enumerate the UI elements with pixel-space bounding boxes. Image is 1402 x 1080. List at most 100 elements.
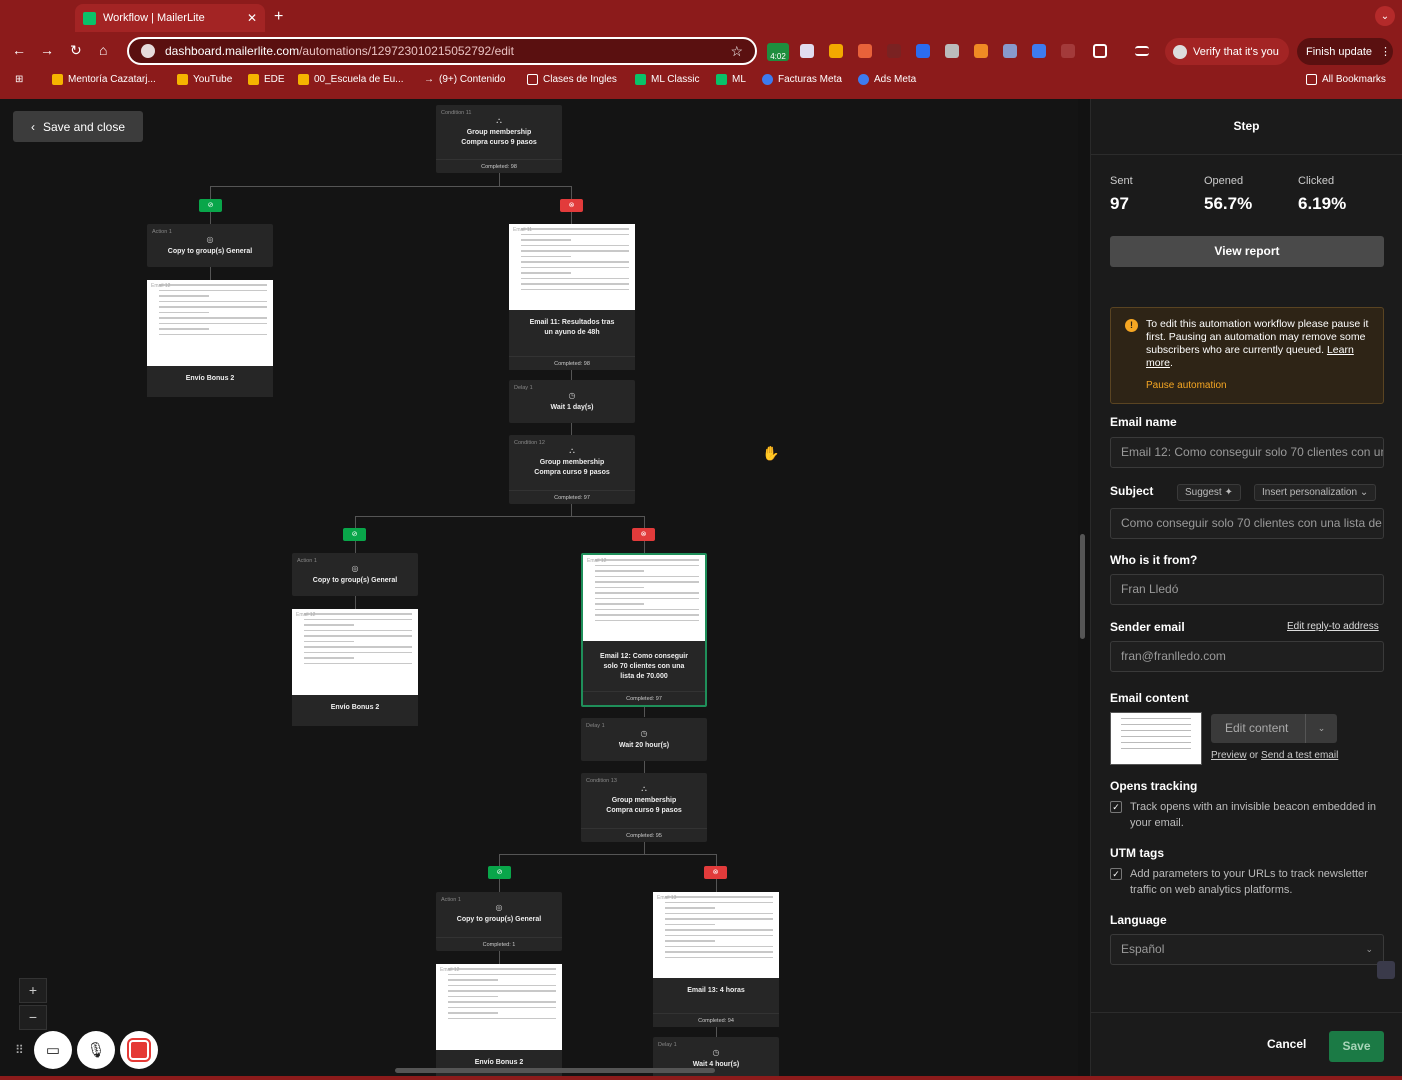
vertical-scrollbar[interactable] [1080,534,1085,639]
forward-icon[interactable]: → [40,42,54,58]
bookmark-item[interactable]: Ads Meta [858,74,916,85]
bookmark-star-icon[interactable]: ☆ [730,43,743,60]
extension-icon[interactable] [945,44,959,58]
suggest-button[interactable]: Suggest ✦ [1177,484,1241,501]
sender-email-field[interactable]: fran@franlledo.com [1110,641,1384,672]
clock-icon: ◷ [640,729,648,738]
delay-node[interactable]: Delay 1 ◷ Wait 4 hour(s) [653,1037,779,1080]
condition-node[interactable]: Condition 13 ⛬ Group membership Compra cu… [581,773,707,842]
extension-icon[interactable] [974,44,988,58]
bookmark-item[interactable]: EDE [248,74,285,85]
warning-icon: ! [1125,319,1138,332]
email-node[interactable]: Email 12 Envío Bonus 2 [436,964,562,1080]
opens-tracking-checkbox[interactable]: ✓ [1110,801,1122,813]
node-title: Wait 20 hour(s) [618,742,670,749]
chevron-down-icon[interactable]: ⌄ [1305,714,1337,743]
new-tab-button[interactable]: + [274,8,283,26]
no-branch-icon: ⊗ [560,199,583,212]
send-test-email-link[interactable]: Send a test email [1261,750,1338,761]
site-info-icon[interactable] [141,44,155,58]
stop-recording-button[interactable] [120,1031,158,1069]
email-node[interactable]: Email 13 Email 13: 4 horas Completed: 94 [653,892,779,1027]
opens-tracking-text: Track opens with an invisible beacon emb… [1130,801,1377,829]
verify-profile-chip[interactable]: Verify that it's you [1165,38,1289,65]
apps-grid-icon[interactable]: ⊞ [15,74,23,85]
save-and-close-button[interactable]: ‹ Save and close [13,111,143,142]
extension-icon[interactable] [858,44,872,58]
tab-close-icon[interactable]: ✕ [247,11,257,25]
cancel-button[interactable]: Cancel [1267,1037,1306,1051]
node-title: Group membership [466,129,532,136]
bookmark-item[interactable]: Mentoría Cazatarj... [52,74,156,85]
email-content-thumbnail[interactable] [1110,712,1202,765]
bookmark-item[interactable]: Clases de Ingles [527,74,617,85]
language-select[interactable]: Español ⌄ [1110,934,1384,965]
address-bar[interactable]: dashboard.mailerlite.com /automations/12… [127,37,757,65]
extension-icon[interactable] [829,44,843,58]
back-icon[interactable]: ← [12,42,26,58]
edit-content-button[interactable]: Edit content ⌄ [1211,714,1337,743]
node-completed: Completed: 94 [653,1013,779,1027]
grab-cursor-icon: ✋ [762,445,780,461]
save-button[interactable]: Save [1329,1031,1384,1062]
email-name-field[interactable]: Email 12: Como conseguir solo 70 cliente… [1110,437,1384,468]
browser-tab[interactable]: Workflow | MailerLite ✕ [75,4,265,32]
subject-field[interactable]: Como conseguir solo 70 clientes con una … [1110,508,1384,539]
home-icon[interactable]: ⌂ [99,42,107,58]
extension-icon[interactable] [1003,44,1017,58]
suggest-label: Suggest [1185,487,1222,498]
bookmark-item[interactable]: → (9+) Contenido [424,74,505,85]
pause-automation-link[interactable]: Pause automation [1146,379,1373,392]
action-node[interactable]: Action 1 ◎ Copy to group(s) General Comp… [436,892,562,951]
pause-warning: ! To edit this automation workflow pleas… [1110,307,1384,404]
reading-list-icon[interactable] [1135,46,1149,56]
utm-tags-checkbox[interactable]: ✓ [1110,868,1122,880]
action-node[interactable]: Action 1 ◎ Copy to group(s) General [292,553,418,596]
camera-icon[interactable]: ▭ [34,1031,72,1069]
yes-branch-icon: ⊘ [343,528,366,541]
condition-node[interactable]: Condition 12 ⛬ Group membership Compra cu… [509,435,635,504]
tab-search-icon[interactable]: ⌄ [1375,6,1395,26]
delay-node[interactable]: Delay 1 ◷ Wait 1 day(s) [509,380,635,423]
bookmark-item[interactable]: YouTube [177,74,232,85]
copy-group-icon: ◎ [206,235,214,244]
bookmark-item[interactable]: 00_Escuela de Eu... [298,74,404,85]
zoom-out-button[interactable]: − [19,1005,47,1030]
email-node[interactable]: Email 12 Envío Bonus 2 [292,609,418,726]
action-node[interactable]: Action 1 ◎ Copy to group(s) General [147,224,273,267]
bookmark-item[interactable]: ML [716,74,746,85]
drag-handle-icon[interactable]: ⠿ [15,1043,29,1057]
extension-timer-icon[interactable]: 4:02 [767,43,789,61]
extension-icon[interactable] [1032,44,1046,58]
preview-link[interactable]: Preview [1211,750,1247,761]
reload-icon[interactable]: ↻ [70,42,82,59]
from-name-field[interactable]: Fran Lledó [1110,574,1384,605]
extensions-puzzle-icon[interactable] [1093,44,1107,58]
extension-icon[interactable] [887,44,901,58]
zoom-in-button[interactable]: + [19,978,47,1003]
all-bookmarks[interactable]: All Bookmarks [1306,74,1386,85]
horizontal-scrollbar[interactable] [395,1068,715,1073]
extension-icon[interactable] [916,44,930,58]
sender-email-label: Sender email [1110,620,1185,634]
delay-node[interactable]: Delay 1 ◷ Wait 20 hour(s) [581,718,707,761]
condition-node[interactable]: Condition 11 ⛬ Group membership Compra cu… [436,105,562,173]
node-kind: Email 13 [657,895,677,901]
email-node[interactable]: Email 11 Email 11: Resultados tras un ayu… [509,224,635,370]
extension-icon[interactable] [800,44,814,58]
insert-personalization-button[interactable]: Insert personalization ⌄ [1254,484,1377,501]
workflow-canvas[interactable]: ‹ Save and close Condition 11 ⛬ Group me… [0,99,1078,1080]
kebab-menu-icon[interactable]: ⋮ [1380,45,1391,58]
microphone-icon[interactable]: 🎙 [77,1031,115,1069]
bookmark-item[interactable]: ML Classic [635,74,700,85]
assistant-widget-icon[interactable] [1377,961,1395,979]
bookmark-item[interactable]: Facturas Meta [762,74,842,85]
edit-reply-to-link[interactable]: Edit reply-to address [1287,621,1379,632]
node-kind: Email 11 [513,227,533,233]
email-node-selected[interactable]: Email 12 Email 12: Como conseguir solo 70… [581,553,707,707]
email-node[interactable]: Email 12 Envío Bonus 2 [147,280,273,397]
finish-update-button[interactable]: Finish update ⋮ [1297,38,1393,65]
stat-label: Opened [1204,175,1244,187]
extension-icon[interactable] [1061,44,1075,58]
view-report-button[interactable]: View report [1110,236,1384,267]
